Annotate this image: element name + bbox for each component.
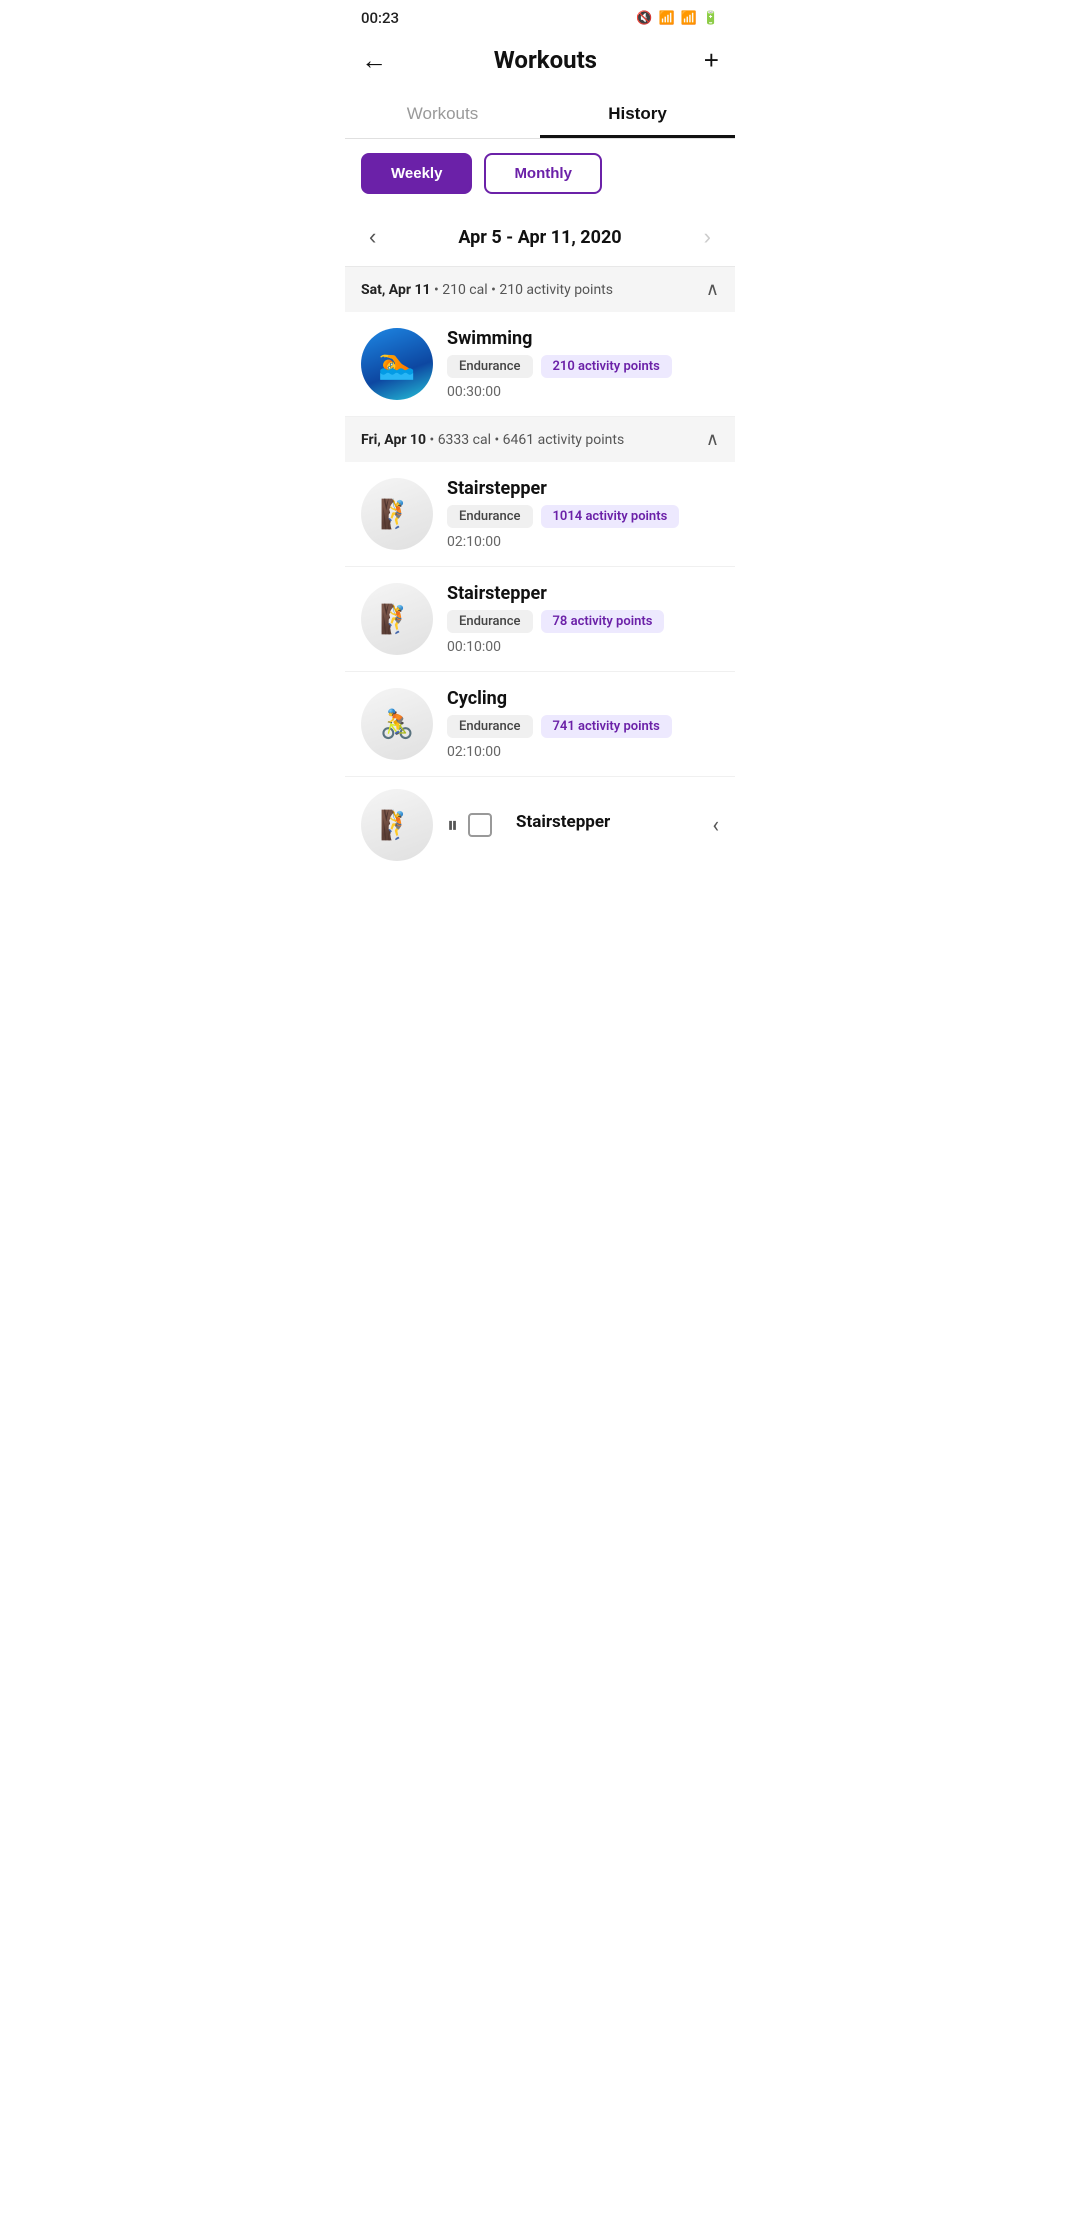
workout-item-stairstepper-1[interactable]: Stairstepper Endurance 1014 activity poi… <box>345 462 735 567</box>
day-points-fri: 6461 activity points <box>503 432 625 448</box>
day-separator-fri: • <box>429 432 437 448</box>
mute-icon: 🔇 <box>636 11 652 26</box>
tab-history[interactable]: History <box>540 90 735 138</box>
workout-name-stairstepper-2: Stairstepper <box>447 583 719 604</box>
tag-endurance-swimming: Endurance <box>447 355 533 378</box>
workout-tags-stairstepper-1: Endurance 1014 activity points <box>447 505 719 528</box>
day-calories-sat: 210 cal <box>442 282 487 298</box>
day-points-sat: 210 activity points <box>499 282 613 298</box>
status-bar: 00:23 🔇 📶 📶 🔋 <box>345 0 735 36</box>
workout-details-swimming: Swimming Endurance 210 activity points 0… <box>447 328 719 400</box>
day-name-fri: Fri, Apr 10 <box>361 432 426 448</box>
day-info-fri: Fri, Apr 10 • 6333 cal • 6461 activity p… <box>361 432 624 448</box>
avatar-stairstepper-1 <box>361 478 433 550</box>
chevron-up-icon-fri: ∧ <box>706 429 719 450</box>
date-range-label: Apr 5 - Apr 11, 2020 <box>458 227 621 248</box>
header: ← Workouts + <box>345 36 735 90</box>
workout-item-swimming[interactable]: Swimming Endurance 210 activity points 0… <box>345 312 735 417</box>
add-button[interactable]: + <box>704 47 719 73</box>
partial-checkbox[interactable] <box>468 813 492 837</box>
day-calories-fri: 6333 cal <box>438 432 491 448</box>
page-title: Workouts <box>494 46 597 74</box>
workout-name-stairstepper-1: Stairstepper <box>447 478 719 499</box>
workout-details-stairstepper-1: Stairstepper Endurance 1014 activity poi… <box>447 478 719 550</box>
tag-points-stairstepper-1: 1014 activity points <box>541 505 680 528</box>
tag-endurance-stairstepper-1: Endurance <box>447 505 533 528</box>
workout-duration-stairstepper-1: 02:10:00 <box>447 534 719 550</box>
filter-weekly[interactable]: Weekly <box>361 153 472 194</box>
day-section-fri-apr-10[interactable]: Fri, Apr 10 • 6333 cal • 6461 activity p… <box>345 417 735 462</box>
partial-workout-name: Stairstepper <box>516 812 610 832</box>
tabs-container: Workouts History <box>345 90 735 139</box>
date-prev-button[interactable]: ‹ <box>361 220 384 254</box>
back-button[interactable]: ← <box>361 47 387 73</box>
avatar-cycling <box>361 688 433 760</box>
avatar-stairstepper-2 <box>361 583 433 655</box>
day-section-sat-apr-11[interactable]: Sat, Apr 11 • 210 cal • 210 activity poi… <box>345 267 735 312</box>
workout-duration-stairstepper-2: 00:10:00 <box>447 639 719 655</box>
tab-workouts[interactable]: Workouts <box>345 90 540 138</box>
workout-name-cycling: Cycling <box>447 688 719 709</box>
workout-tags-stairstepper-2: Endurance 78 activity points <box>447 610 719 633</box>
partial-controls: ⏸ <box>447 813 492 838</box>
workout-tags-swimming: Endurance 210 activity points <box>447 355 719 378</box>
wifi-icon: 📶 <box>658 11 674 26</box>
avatar-stairstepper-partial <box>361 789 433 861</box>
status-time: 00:23 <box>361 9 399 27</box>
status-icons: 🔇 📶 📶 🔋 <box>636 11 719 26</box>
workout-item-stairstepper-2[interactable]: Stairstepper Endurance 78 activity point… <box>345 567 735 672</box>
tag-endurance-cycling: Endurance <box>447 715 533 738</box>
filter-row: Weekly Monthly <box>345 139 735 208</box>
chevron-up-icon-sat: ∧ <box>706 279 719 300</box>
day-separator2-fri: • <box>494 432 502 448</box>
workout-details-cycling: Cycling Endurance 741 activity points 02… <box>447 688 719 760</box>
workout-tags-cycling: Endurance 741 activity points <box>447 715 719 738</box>
tag-points-swimming: 210 activity points <box>541 355 672 378</box>
pause-icon: ⏸ <box>447 813 458 838</box>
date-nav: ‹ Apr 5 - Apr 11, 2020 › <box>345 208 735 267</box>
day-separator-sat: • <box>434 282 442 298</box>
signal-icon: 📶 <box>681 11 697 26</box>
workout-name-swimming: Swimming <box>447 328 719 349</box>
date-next-button[interactable]: › <box>696 220 719 254</box>
filter-monthly[interactable]: Monthly <box>484 153 602 194</box>
workout-item-cycling[interactable]: Cycling Endurance 741 activity points 02… <box>345 672 735 777</box>
workout-item-partial[interactable]: ⏸ Stairstepper ‹ <box>345 777 735 873</box>
tag-points-cycling: 741 activity points <box>541 715 672 738</box>
workout-duration-swimming: 00:30:00 <box>447 384 719 400</box>
tag-endurance-stairstepper-2: Endurance <box>447 610 533 633</box>
avatar-swimming <box>361 328 433 400</box>
tag-points-stairstepper-2: 78 activity points <box>541 610 665 633</box>
day-info-sat: Sat, Apr 11 • 210 cal • 210 activity poi… <box>361 282 613 298</box>
battery-icon: 🔋 <box>703 11 719 26</box>
day-name-sat: Sat, Apr 11 <box>361 282 431 298</box>
workout-duration-cycling: 02:10:00 <box>447 744 719 760</box>
partial-back-icon[interactable]: ‹ <box>712 813 719 838</box>
workout-details-stairstepper-2: Stairstepper Endurance 78 activity point… <box>447 583 719 655</box>
